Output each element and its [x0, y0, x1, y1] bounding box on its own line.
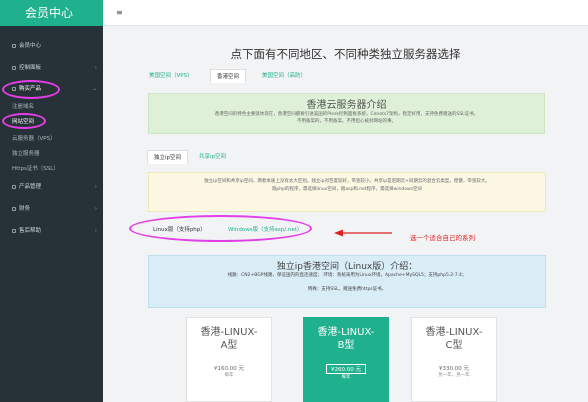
linux-intro-text: 线路：CN2+BGP线路，保证国内的直连速度； 环境：系统采用为Linux环境，…: [227, 273, 467, 278]
linux-intro-panel: 独立ip香港空间（Linux版）介绍： 线路：CN2+BGP线路，保证国内的直连…: [148, 255, 546, 308]
plan-price: ¥260.00 元: [326, 364, 366, 374]
plan-name: 香港-LINUX-: [317, 327, 375, 338]
info-text: 不用备案的，不用备案，不用担心被封网站的事。: [297, 119, 396, 124]
sidebar-item-support[interactable]: 售后帮助 ›: [0, 226, 103, 236]
sidebar-item-label: 财务: [19, 206, 31, 212]
plan-name: B型: [337, 340, 355, 351]
info-panel: 香港云服务器介绍 香港空间的特色主要就体现在，香港空间都要引进美国的Plesk控…: [148, 93, 545, 134]
dashboard-icon: [12, 65, 16, 70]
sidebar-item-dashboard[interactable]: 控制面板 ›: [0, 63, 103, 73]
sidebar-item-label: 产品管理: [19, 184, 42, 190]
sidebar-subitem-dedicated[interactable]: 独立服务器: [0, 149, 103, 159]
annotation-label: 选一个适合自己的系列: [410, 234, 475, 242]
sidebar-subitem-label: Https证书（SSL）: [12, 166, 59, 172]
main-content: 点下面有不同地区、不同种类独立服务器选择 美国空间（VPS） 香港空间 美国空间…: [103, 26, 588, 402]
sidebar-subitem-domain[interactable]: 注册域名: [0, 102, 103, 112]
linux-intro-title: 独立ip香港空间（Linux版）介绍：: [276, 262, 418, 272]
arrow-icon: [334, 229, 392, 237]
plan-card[interactable]: 香港-LINUX- A型 ¥160.00 元 每年: [186, 317, 272, 402]
box-icon: [12, 184, 16, 189]
plan-name: A型: [220, 340, 238, 351]
notice-panel: 独立ip空间和共享ip空间，两者本质上没有太大区别。独立ip对百度较好，带宽较小…: [148, 172, 546, 212]
plan-name: 香港-LINUX-: [425, 327, 483, 338]
plan-unit: 每年: [341, 375, 351, 380]
sidebar-item-label: 控制面板: [19, 65, 42, 71]
sidebar-subitem-label: 注册域名: [12, 104, 35, 110]
page-title: 点下面有不同地区、不同种类独立服务器选择: [230, 47, 461, 61]
sidebar-item-finance[interactable]: 财务 ›: [0, 204, 103, 214]
chevron-down-icon: ⌄: [92, 86, 97, 92]
help-icon: [12, 228, 16, 233]
info-title: 香港云服务器介绍: [306, 100, 387, 111]
wallet-icon: [12, 206, 16, 211]
sidebar-item-product-manage[interactable]: 产品管理 ›: [0, 182, 103, 192]
info-text: 香港空间的特色主要就体现在，香港空间都要引进美国的Plesk控制面板系统，Cen…: [214, 112, 479, 117]
plan-name: C型: [445, 340, 463, 351]
notice-text: 独立ip空间和共享ip空间，两者本质上没有太大区别。独立ip对百度较好，带宽较小…: [204, 179, 490, 184]
chevron-right-icon: ›: [94, 228, 97, 234]
plan-card-selected[interactable]: 香港-LINUX- B型 ¥260.00 元 每年: [303, 317, 389, 402]
top-bar: ≡: [103, 0, 588, 26]
chevron-right-icon: ›: [94, 184, 97, 190]
brand-title: 会员中心: [0, 0, 103, 26]
sidebar-subitem-vps[interactable]: 云服务器（VPS）: [0, 134, 103, 144]
plan-price: ¥330.00 元: [439, 366, 469, 372]
tab-us-ddos[interactable]: 美国空间（高防）: [262, 69, 306, 83]
plan-price: ¥160.00 元: [214, 366, 244, 372]
sidebar-item-home[interactable]: 会员中心: [0, 41, 103, 51]
sidebar-subitem-ssl[interactable]: Https证书（SSL）: [0, 164, 103, 174]
plan-unit: 每年: [224, 373, 234, 378]
highlight-ring-buy: [2, 80, 60, 99]
chevron-right-icon: ›: [94, 206, 97, 212]
linux-intro-text: 特殊：支持SSL，赠送免费https证书。: [307, 287, 387, 292]
tab-hongkong[interactable]: 香港空间: [210, 69, 247, 83]
notice-text: 跑php的程序，需选择linux空间，跑asp和.net程序，需选择window…: [271, 187, 423, 192]
sidebar-item-label: 售后帮助: [19, 228, 42, 234]
tab-us-vps[interactable]: 美国空间（VPS）: [149, 69, 193, 83]
tab-shared-ip[interactable]: 共享ip空间: [199, 150, 226, 164]
sidebar: 会员中心 会员中心 控制面板 › 购买产品 ⌄ 注册域名 网站空间 云服务器（VPS…: [0, 0, 103, 402]
plan-card[interactable]: 香港-LINUX- C型 ¥330.00 元 另一年，另一年: [411, 317, 497, 402]
menu-icon[interactable]: ≡: [116, 8, 123, 17]
highlight-ring-hosting: [2, 113, 46, 129]
home-icon: [12, 43, 16, 48]
sidebar-subitem-label: 独立服务器: [12, 151, 40, 157]
highlight-ring-os-tabs: [129, 215, 312, 242]
plan-unit: 另一年，另一年: [438, 373, 470, 378]
tab-dedicated-ip[interactable]: 独立ip空间: [147, 150, 189, 164]
plan-name: 香港-LINUX-: [200, 327, 258, 338]
sidebar-subitem-label: 云服务器（VPS）: [12, 136, 56, 142]
sidebar-item-label: 会员中心: [19, 43, 42, 49]
chevron-right-icon: ›: [94, 65, 97, 71]
